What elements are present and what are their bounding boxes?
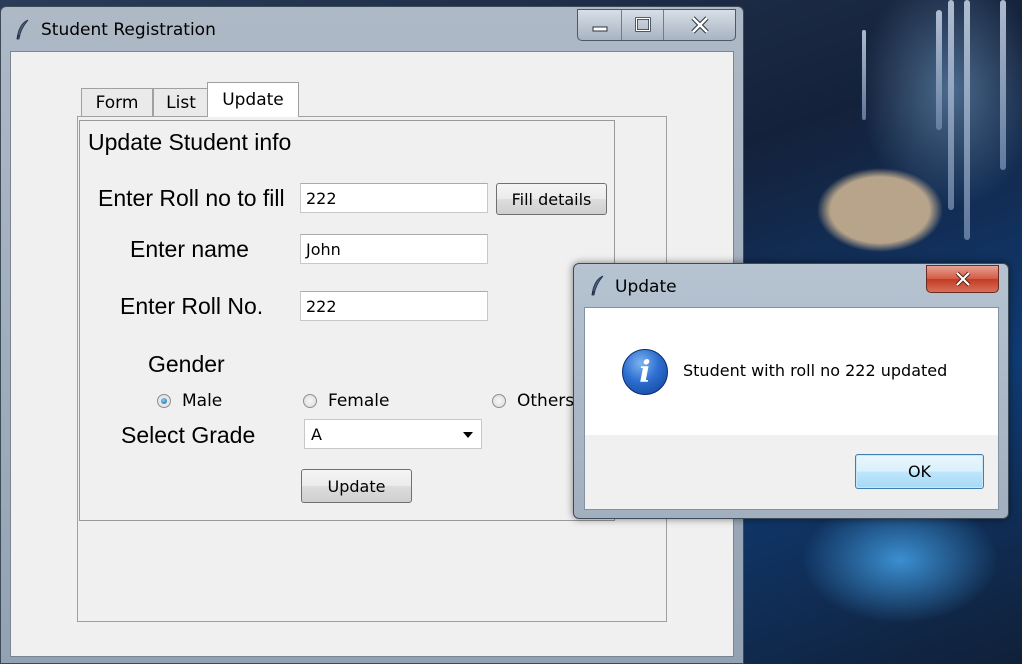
gender-label: Gender xyxy=(148,351,225,377)
gender-female-label: Female xyxy=(328,391,390,411)
tab-list-label: List xyxy=(166,92,196,113)
minimize-button[interactable] xyxy=(578,10,622,40)
roll-label: Enter Roll No. xyxy=(120,293,264,319)
gender-radio-male[interactable]: Male xyxy=(157,391,222,411)
roll-input[interactable]: 222 xyxy=(300,291,488,321)
fill-details-button[interactable]: Fill details xyxy=(496,183,607,215)
gender-male-label: Male xyxy=(182,391,223,411)
tab-update[interactable]: Update xyxy=(207,82,299,117)
info-icon: i xyxy=(622,349,668,395)
window-controls xyxy=(577,9,736,41)
tab-update-label: Update xyxy=(222,90,284,110)
gender-radio-others[interactable]: Others xyxy=(492,391,574,411)
close-button[interactable] xyxy=(664,10,735,40)
close-icon xyxy=(690,16,709,34)
maximize-icon xyxy=(634,17,651,32)
minimize-icon xyxy=(592,26,607,32)
tab-form-label: Form xyxy=(95,92,139,113)
tab-list[interactable]: List xyxy=(153,88,209,116)
gender-radio-female[interactable]: Female xyxy=(303,391,389,411)
dialog-title: Update xyxy=(615,277,677,297)
feather-icon xyxy=(590,275,606,297)
tab-form[interactable]: Form xyxy=(81,88,153,116)
maximize-button[interactable] xyxy=(622,10,664,40)
fill-roll-label: Enter Roll no to fill xyxy=(98,185,285,211)
dialog-body: i Student with roll no 222 updated OK xyxy=(584,307,999,510)
update-dialog: Update i Student with roll no 222 update… xyxy=(573,263,1009,519)
update-form: Update Student info Enter Roll no to fil… xyxy=(79,120,615,521)
feather-icon xyxy=(15,19,31,41)
gender-others-label: Others xyxy=(517,391,575,411)
title-bar[interactable]: Student Registration xyxy=(1,7,743,49)
radio-unchecked-icon xyxy=(492,394,506,408)
close-icon xyxy=(955,271,970,287)
dialog-message: Student with roll no 222 updated xyxy=(683,361,948,380)
radio-checked-icon xyxy=(157,394,171,408)
radio-unchecked-icon xyxy=(303,394,317,408)
name-label: Enter name xyxy=(130,236,249,262)
fill-roll-input[interactable]: 222 xyxy=(300,183,488,213)
grade-label: Select Grade xyxy=(121,422,256,448)
name-input[interactable]: John xyxy=(300,234,488,264)
grade-select[interactable]: A xyxy=(304,419,482,449)
ok-button[interactable]: OK xyxy=(855,454,984,489)
section-title: Update Student info xyxy=(88,129,292,155)
dialog-message-area: i Student with roll no 222 updated xyxy=(585,308,998,435)
grade-select-value: A xyxy=(311,425,322,444)
chevron-down-icon[interactable] xyxy=(463,432,473,438)
update-button[interactable]: Update xyxy=(301,469,412,503)
window-title: Student Registration xyxy=(41,20,216,40)
dialog-close-button[interactable] xyxy=(926,265,999,293)
